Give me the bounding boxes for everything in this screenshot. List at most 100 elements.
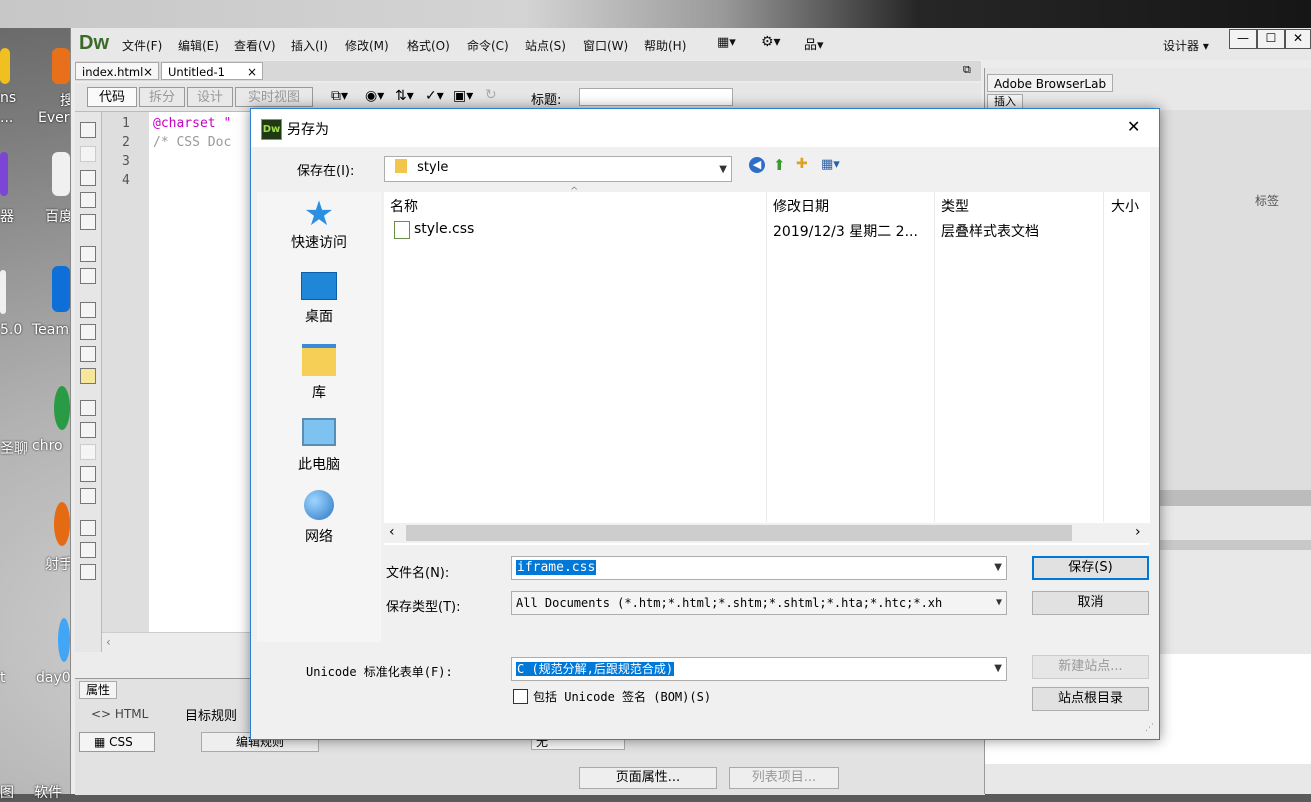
move-css-icon[interactable]: [80, 488, 96, 504]
app-icon[interactable]: [58, 618, 70, 662]
desktop-icon-label[interactable]: Team: [32, 322, 69, 338]
file-row[interactable]: style.css 2019/12/3 星期二 2... 层叠样式表文档: [384, 218, 1150, 240]
menu-edit[interactable]: 编辑(E): [178, 37, 219, 54]
validate-icon[interactable]: ✓▾: [425, 88, 444, 104]
gear-icon[interactable]: ⚙▾: [761, 34, 781, 50]
app-icon[interactable]: [0, 270, 6, 314]
filetype-dropdown[interactable]: All Documents (*.htm;*.html;*.shtm;*.sht…: [511, 591, 1007, 615]
column-header-type[interactable]: 类型: [941, 196, 969, 216]
word-wrap-icon[interactable]: [80, 346, 96, 362]
close-icon[interactable]: ×: [247, 63, 257, 81]
app-icon[interactable]: [52, 152, 70, 196]
chevron-down-icon[interactable]: ▼: [719, 159, 727, 181]
refresh-icon[interactable]: ↻: [485, 87, 497, 103]
site-root-button[interactable]: 站点根目录: [1032, 687, 1149, 711]
desktop-icon-label[interactable]: Ever: [38, 110, 70, 126]
collapse-tag-icon[interactable]: [80, 170, 96, 186]
column-header-size[interactable]: 大小: [1111, 196, 1139, 216]
desktop-icon-label[interactable]: 射手: [45, 554, 73, 574]
new-site-button[interactable]: 新建站点...: [1032, 655, 1149, 679]
format-source-icon[interactable]: [80, 564, 96, 580]
close-icon[interactable]: ✕: [1127, 117, 1140, 136]
view-menu-icon[interactable]: ▦▾: [821, 157, 840, 172]
site-icon[interactable]: 品▾: [804, 34, 824, 53]
desktop-icon-label[interactable]: day0: [36, 670, 71, 686]
scrollbar-thumb[interactable]: [406, 525, 1072, 541]
menu-site[interactable]: 站点(S): [525, 37, 566, 54]
save-in-combo[interactable]: style ▼: [384, 156, 732, 182]
up-folder-icon[interactable]: ⬆: [773, 156, 786, 174]
save-button[interactable]: 保存(S): [1032, 556, 1149, 580]
close-icon[interactable]: ×: [143, 63, 153, 81]
chevron-down-icon[interactable]: ▼: [994, 557, 1002, 579]
menu-view[interactable]: 查看(V): [234, 37, 276, 54]
menu-commands[interactable]: 命令(C): [467, 37, 509, 54]
place-network[interactable]: 网络: [257, 488, 381, 546]
desktop-icon-label[interactable]: 圣聊: [0, 438, 28, 458]
balance-braces-icon[interactable]: [80, 268, 96, 284]
list-items-button[interactable]: 列表项目...: [729, 767, 839, 789]
view-live-button[interactable]: 实时视图: [235, 87, 313, 107]
horizontal-scrollbar[interactable]: ‹ ›: [384, 523, 1150, 543]
menu-insert[interactable]: 插入(I): [291, 37, 328, 54]
new-folder-icon[interactable]: ✚: [796, 156, 808, 172]
open-documents-icon[interactable]: [80, 122, 96, 138]
select-parent-tag-icon[interactable]: [80, 246, 96, 262]
chevron-down-icon[interactable]: ▼: [993, 592, 1002, 614]
preview-icon[interactable]: ◉▾: [365, 88, 384, 104]
desktop-icon-label[interactable]: 百度: [45, 206, 73, 226]
chevron-left-icon[interactable]: ‹: [389, 524, 395, 540]
desktop-icon-label[interactable]: 器: [0, 206, 14, 226]
outdent-code-icon[interactable]: [80, 542, 96, 558]
chevron-down-icon[interactable]: ▼: [994, 658, 1002, 680]
tab-index-html[interactable]: index.html ×: [75, 62, 159, 80]
desktop-icon-label[interactable]: 软件: [34, 782, 62, 802]
multiscreen-icon[interactable]: ⧉▾: [331, 88, 348, 104]
title-input[interactable]: [579, 88, 733, 106]
menu-file[interactable]: 文件(F): [122, 37, 162, 54]
file-management-icon[interactable]: ⇅▾: [395, 88, 414, 104]
recent-snippets-icon[interactable]: [80, 466, 96, 482]
visual-aids-icon[interactable]: ▣▾: [453, 88, 473, 104]
indent-code-icon[interactable]: [80, 520, 96, 536]
column-header-name[interactable]: 名称: [390, 196, 418, 216]
css-mode-button[interactable]: ▦ CSS: [79, 732, 155, 752]
syntax-coloring-icon[interactable]: [80, 368, 96, 384]
view-split-button[interactable]: 拆分: [139, 87, 185, 107]
column-header-date[interactable]: 修改日期: [773, 196, 829, 216]
bom-label[interactable]: 包括 Unicode 签名 (BOM)(S): [533, 688, 711, 705]
remove-comment-icon[interactable]: [80, 422, 96, 438]
workspace-switcher[interactable]: 设计器 ▾: [1163, 37, 1209, 54]
apply-comment-icon[interactable]: [80, 400, 96, 416]
show-code-navigator-icon[interactable]: [80, 146, 96, 162]
unicode-form-dropdown[interactable]: C (规范分解,后跟规范合成) ▼: [511, 657, 1007, 681]
app-icon[interactable]: [0, 48, 10, 84]
app-icon[interactable]: [54, 386, 70, 430]
resize-grip-icon[interactable]: ⋰: [1145, 723, 1154, 733]
chevron-right-icon[interactable]: ›: [1135, 524, 1141, 540]
place-library[interactable]: 库: [257, 342, 381, 402]
cancel-button[interactable]: 取消: [1032, 591, 1149, 615]
app-icon[interactable]: [52, 48, 70, 84]
menu-format[interactable]: 格式(O): [407, 37, 450, 54]
minimize-button[interactable]: —: [1229, 29, 1257, 49]
menu-window[interactable]: 窗口(W): [583, 37, 628, 54]
view-code-button[interactable]: 代码: [87, 87, 137, 107]
tab-untitled[interactable]: Untitled-1 ×: [161, 62, 263, 80]
app-icon[interactable]: [52, 266, 70, 312]
menu-help[interactable]: 帮助(H): [644, 37, 686, 54]
desktop-icon-label[interactable]: 5.0: [0, 322, 22, 338]
page-properties-button[interactable]: 页面属性...: [579, 767, 717, 789]
desktop-icon-label[interactable]: ns: [0, 90, 16, 106]
browserlab-tab[interactable]: Adobe BrowserLab: [987, 74, 1113, 92]
line-numbers-icon[interactable]: [80, 302, 96, 318]
back-icon[interactable]: ◀: [749, 157, 765, 173]
place-quick-access[interactable]: ★ 快速访问: [257, 196, 381, 252]
desktop-icon-label[interactable]: t: [0, 670, 6, 686]
html-mode-button[interactable]: <> HTML: [91, 707, 148, 721]
app-icon[interactable]: [0, 152, 8, 196]
place-desktop[interactable]: 桌面: [257, 270, 381, 326]
app-icon[interactable]: [54, 502, 70, 546]
file-list[interactable]: ^ 名称 修改日期 类型 大小 style.css 2019/12/3 星期二 …: [384, 186, 1150, 545]
restore-icon[interactable]: ⧉: [963, 63, 971, 77]
